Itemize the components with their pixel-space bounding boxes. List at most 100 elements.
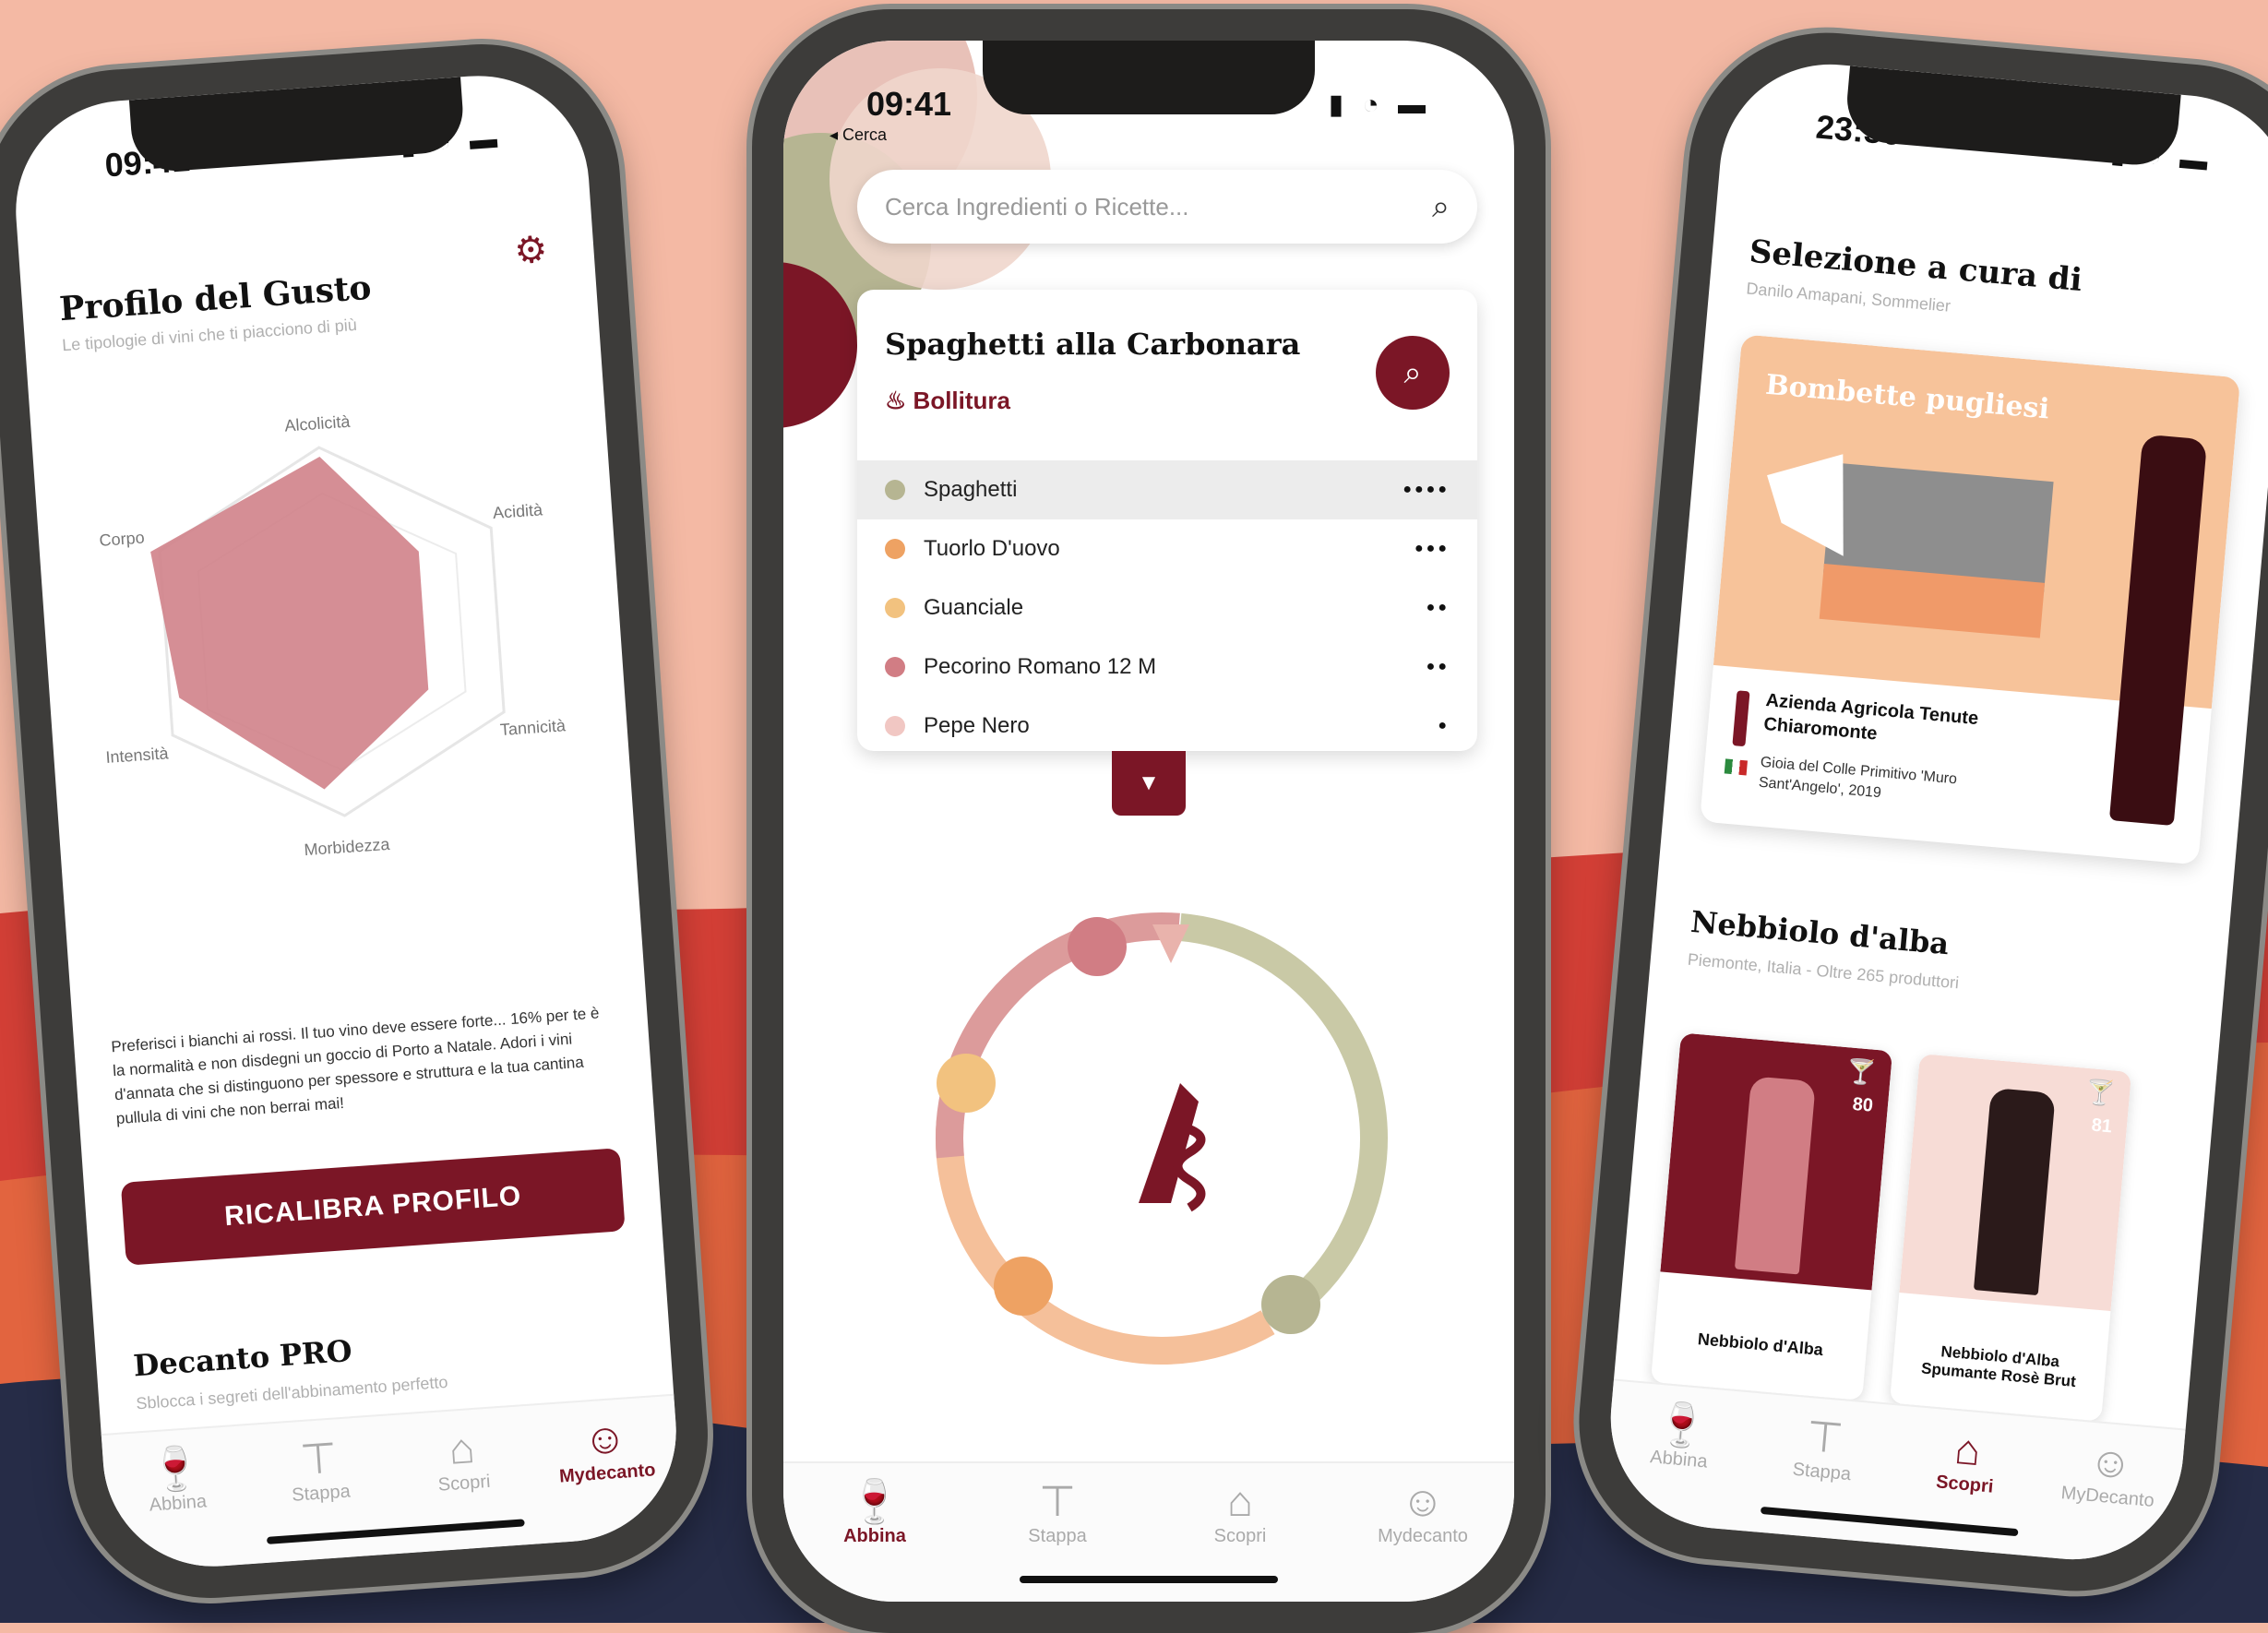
search-bar[interactable]: Cerca Ingredienti o Ricette... ⌕ xyxy=(857,170,1477,244)
radar-label-top-right: Acidità xyxy=(492,500,543,522)
italy-flag-icon xyxy=(1724,758,1748,776)
search-icon: ⌕ xyxy=(1403,354,1422,390)
tab-label: Stappa xyxy=(1028,1526,1087,1546)
cloche-icon: ⌂ xyxy=(447,1423,477,1473)
producer-name: Azienda Agricola Tenute Chiaromonte xyxy=(1762,690,1980,745)
corkscrew-icon: ⊤ xyxy=(1804,1411,1845,1463)
ingredient-intensity: ●● xyxy=(1426,659,1450,674)
bottle-shape xyxy=(1973,1087,2056,1296)
cheese-icon[interactable] xyxy=(1068,917,1127,976)
tab-abbina[interactable]: 🍷 Abbina xyxy=(1602,1380,1757,1531)
tab-mydecanto[interactable]: ☺ MyDecanto xyxy=(2031,1418,2186,1568)
pasta-icon[interactable] xyxy=(1261,1275,1320,1334)
pointer-marker xyxy=(1152,924,1189,963)
wine-card[interactable]: 🍸 80 Nebbiolo d'Alba xyxy=(1650,1032,1893,1401)
tab-label: Abbina xyxy=(149,1491,208,1516)
wine-name: Gioia del Colle Primitivo 'Muro Sant'Ang… xyxy=(1758,754,1958,802)
ingredient-color-dot xyxy=(885,657,905,677)
taste-radar-chart: Alcolicità Acidità Tannicità Morbidezza … xyxy=(99,412,567,860)
tab-mydecanto[interactable]: ☺ Mydecanto xyxy=(531,1396,684,1544)
search-input[interactable]: Cerca Ingredienti o Ricette... xyxy=(885,193,1432,221)
card-illustration: 🍸 80 xyxy=(1660,1032,1893,1291)
ingredient-intensity: ●●● xyxy=(1415,541,1450,556)
radar-label-top: Alcolicità xyxy=(284,412,352,435)
glass-icon: 🍸 xyxy=(1844,1056,1878,1087)
chevron-down-icon: ▼ xyxy=(1138,770,1160,795)
ingredient-row[interactable]: Guanciale ●● xyxy=(857,578,1477,638)
radar-label-top-left: Corpo xyxy=(99,529,145,550)
ingredient-intensity: ●● xyxy=(1426,600,1450,615)
tab-bar: 🍷 Abbina ⊤ Stappa ⌂ Scopri ☺ Mydecanto xyxy=(101,1393,684,1574)
ingredient-color-dot xyxy=(885,598,905,618)
card-illustration: 🍸 81 xyxy=(1899,1054,2132,1312)
recipe-search-button[interactable]: ⌕ xyxy=(1376,336,1450,410)
notch xyxy=(983,41,1315,114)
meat-icon[interactable] xyxy=(994,1257,1053,1316)
wine-card[interactable]: 🍸 81 Nebbiolo d'Alba Spumante Rosè Brut xyxy=(1889,1054,2132,1422)
featured-pairing-card[interactable]: Bombette pugliesi Azienda Agricola Tenut… xyxy=(1700,334,2241,865)
method-label: Bollitura xyxy=(913,387,1010,414)
glass-icon: 🍸 xyxy=(2083,1077,2117,1108)
tab-label: Stappa xyxy=(1791,1459,1852,1485)
tab-label: Mydecanto xyxy=(1378,1526,1468,1546)
ingredient-row[interactable]: Pecorino Romano 12 M ●● xyxy=(857,638,1477,697)
tab-label: Scopri xyxy=(1213,1526,1267,1546)
recipe-card: Spaghetti alla Carbonara ♨ Bollitura ⌕ S… xyxy=(857,290,1477,751)
radar-label-bottom: Morbidezza xyxy=(304,835,391,860)
sommelier-icon: ☺ xyxy=(1401,1477,1445,1525)
card-illustration: Bombette pugliesi xyxy=(1713,334,2241,827)
ingredient-intensity: ●●●● xyxy=(1403,482,1450,497)
search-icon[interactable]: ⌕ xyxy=(1432,189,1450,225)
ingredient-name: Guanciale xyxy=(924,595,1024,620)
wine-bottle-image xyxy=(2108,434,2208,827)
phone-pairing: 09:41 ◂ Cerca ▮ ◔ ▬ Cerca Ingredienti o … xyxy=(752,9,1546,1633)
wine-glass-icon: 🍷 xyxy=(848,1477,901,1525)
pot-icon: ♨ xyxy=(885,387,913,414)
pairing-wheel xyxy=(936,912,1388,1365)
recalibrate-profile-button[interactable]: RICALIBRA PROFILO xyxy=(120,1148,626,1266)
decanto-logo xyxy=(1139,1083,1206,1212)
tab-label: Abbina xyxy=(843,1526,906,1546)
profile-description: Preferisci i bianchi ai rossi. Il tuo vi… xyxy=(110,1004,600,1128)
screen: 09:41 ◂ Cerca ▮ ◔ ▬ Cerca Ingredienti o … xyxy=(783,41,1514,1602)
tab-label: Scopri xyxy=(1935,1472,1995,1497)
wine-score: 80 xyxy=(1851,1093,1874,1116)
status-icons: ▮ ◔ ▬ xyxy=(1328,89,1431,120)
tab-label: Stappa xyxy=(291,1481,352,1506)
tab-label: Abbina xyxy=(1649,1447,1709,1472)
tab-label: Scopri xyxy=(437,1471,492,1496)
cooking-method: ♨ Bollitura xyxy=(885,387,1010,415)
cloche-icon: ⌂ xyxy=(1227,1477,1253,1525)
recipe-title: Spaghetti alla Carbonara xyxy=(885,327,1301,362)
settings-icon[interactable]: ⚙ xyxy=(513,228,549,272)
ingredient-row[interactable]: Tuorlo D'uovo ●●● xyxy=(857,519,1477,578)
sommelier-icon: ☺ xyxy=(581,1412,628,1464)
ingredient-name: Spaghetti xyxy=(924,477,1018,502)
wine-glass-icon: 🍷 xyxy=(1653,1398,1711,1451)
ingredient-intensity: ● xyxy=(1438,718,1450,733)
home-indicator xyxy=(1020,1576,1278,1583)
tab-scopri[interactable]: ⌂ Scopri xyxy=(1888,1406,2043,1556)
corkscrew-icon: ⊤ xyxy=(298,1433,340,1484)
ingredient-color-dot xyxy=(885,716,905,736)
status-time: 09:41 xyxy=(866,85,952,123)
screen: 23:56 ▮ ◔ ▬ Selezione a cura di Danilo A… xyxy=(1601,54,2268,1569)
ingredient-name: Pecorino Romano 12 M xyxy=(924,654,1157,679)
ingredient-name: Pepe Nero xyxy=(924,713,1030,738)
egg-icon[interactable] xyxy=(937,1054,996,1113)
card-title: Bombette pugliesi xyxy=(1764,368,2051,426)
wine-glass-icon: 🍷 xyxy=(147,1442,204,1495)
sommelier-icon: ☺ xyxy=(2086,1436,2135,1488)
bottle-shape xyxy=(1734,1076,1816,1275)
back-link[interactable]: ◂ Cerca xyxy=(830,125,887,145)
ingredient-row[interactable]: Pepe Nero ● xyxy=(857,697,1477,751)
tab-abbina[interactable]: 🍷 Abbina xyxy=(783,1463,966,1602)
ingredient-row[interactable]: Spaghetti ●●●● xyxy=(857,460,1477,519)
expand-button[interactable]: ▼ xyxy=(1112,751,1186,816)
wine-card-name: Nebbiolo d'Alba Spumante Rosè Brut xyxy=(1920,1342,2077,1391)
tab-abbina[interactable]: 🍷 Abbina xyxy=(101,1425,255,1573)
pro-title: Decanto PRO xyxy=(132,1332,353,1384)
corkscrew-icon: ⊤ xyxy=(1038,1477,1077,1525)
tab-mydecanto[interactable]: ☺ Mydecanto xyxy=(1331,1463,1514,1602)
ingredient-color-dot xyxy=(885,480,905,500)
